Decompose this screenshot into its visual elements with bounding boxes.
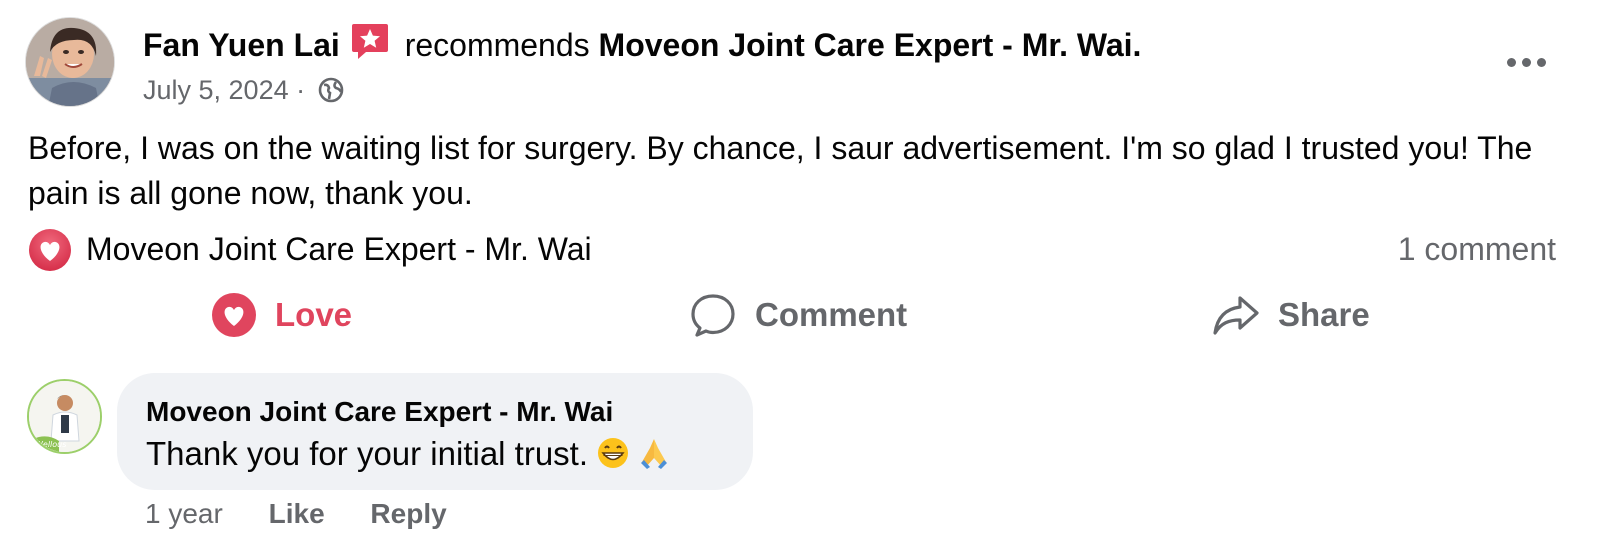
- comment-count[interactable]: 1 comment: [1398, 228, 1556, 270]
- post-meta: July 5, 2024 ·: [143, 70, 345, 110]
- author-avatar[interactable]: [25, 17, 115, 107]
- commenter-avatar[interactable]: Wellous: [27, 379, 102, 454]
- post-header: Fan Yuen Lai recommends Moveon Joint Car…: [143, 22, 1141, 65]
- recommends-text: recommends: [404, 27, 590, 63]
- recommend-star-icon: [350, 22, 390, 60]
- more-options-icon[interactable]: [1502, 50, 1550, 74]
- share-label: Share: [1278, 296, 1370, 333]
- comment-like-button[interactable]: Like: [269, 498, 325, 529]
- reaction-by-name[interactable]: Moveon Joint Care Expert - Mr. Wai: [86, 228, 592, 270]
- comment-button[interactable]: Comment: [689, 290, 907, 340]
- grinning-face-icon: [596, 436, 630, 480]
- comment-text-line: Thank you for your initial trust.: [146, 433, 670, 480]
- love-label: Love: [275, 296, 353, 333]
- svg-text:Wellous: Wellous: [35, 440, 66, 449]
- comment-author[interactable]: Moveon Joint Care Expert - Mr. Wai: [146, 395, 613, 429]
- post-text: Before, I was on the waiting list for su…: [28, 130, 1533, 211]
- post-date[interactable]: July 5, 2024 ·: [143, 75, 305, 105]
- reaction-summary: Moveon Joint Care Expert - Mr. Wai 1 com…: [28, 226, 1556, 272]
- recommended-page-name[interactable]: Moveon Joint Care Expert - Mr. Wai.: [599, 27, 1142, 63]
- comment-text: Thank you for your initial trust.: [146, 435, 589, 472]
- comment-reply-button[interactable]: Reply: [370, 498, 446, 529]
- comment-label: Comment: [755, 296, 908, 333]
- comment-time[interactable]: 1 year: [145, 498, 223, 529]
- speech-bubble-icon: [691, 294, 735, 337]
- author-name[interactable]: Fan Yuen Lai: [143, 27, 340, 63]
- comment-meta: 1 year Like Reply: [145, 496, 485, 532]
- love-reaction-icon[interactable]: [28, 228, 72, 272]
- post-card: Fan Yuen Lai recommends Moveon Joint Car…: [0, 0, 1600, 541]
- heart-icon: [212, 293, 256, 337]
- globe-icon: [317, 75, 345, 103]
- share-arrow-icon: [1213, 296, 1259, 335]
- folded-hands-icon: [638, 436, 670, 480]
- share-button[interactable]: Share: [1212, 290, 1370, 340]
- love-button[interactable]: Love: [211, 290, 352, 340]
- comment-bubble: Moveon Joint Care Expert - Mr. Wai Thank…: [117, 373, 753, 490]
